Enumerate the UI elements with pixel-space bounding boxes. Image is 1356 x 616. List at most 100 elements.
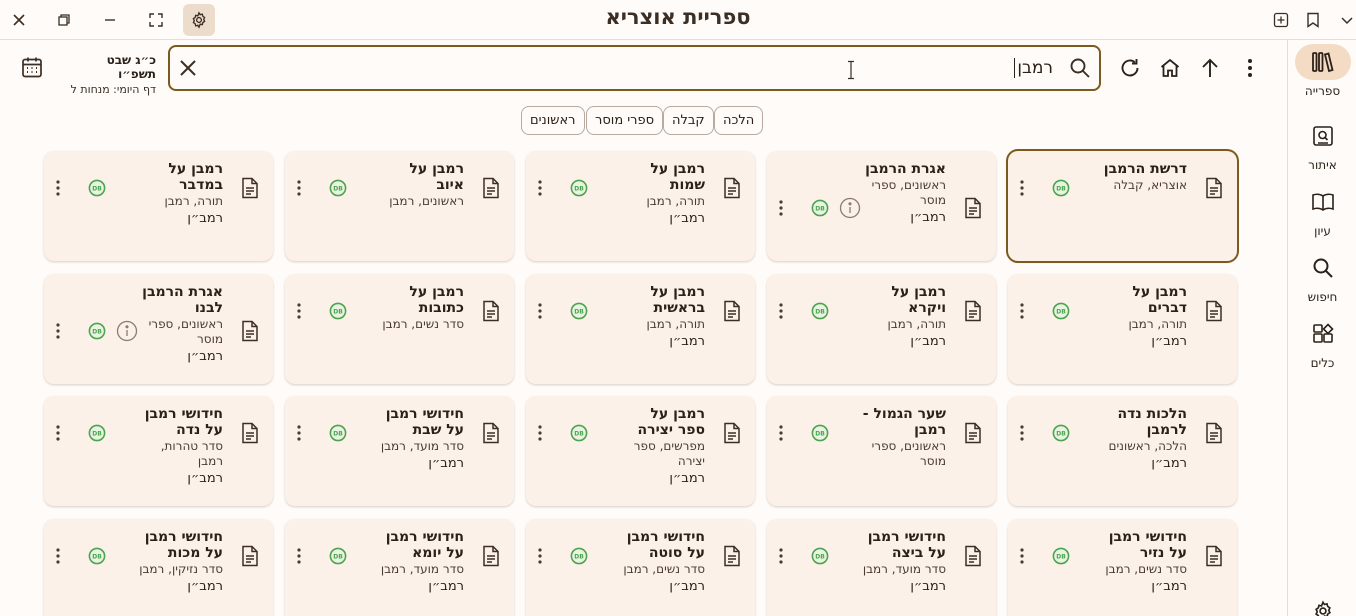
restore-icon <box>58 14 70 26</box>
card-more-button[interactable] <box>56 323 60 339</box>
book-card[interactable]: חידושי רמבן על יומא סדר מועד, רמבן רמב״ן DB <box>285 519 514 616</box>
rail-label: איתור <box>1308 158 1337 172</box>
calendar-button[interactable] <box>20 55 44 79</box>
chip-rishonim[interactable]: ראשונים <box>521 106 585 135</box>
info-icon[interactable] <box>839 197 861 219</box>
card-more-button[interactable] <box>297 548 301 564</box>
book-card[interactable]: רמבן על ספר יצירה מפרשים, ספר יצירה רמב״ן D… <box>526 396 755 506</box>
book-card[interactable]: הלכות נדה לרמבן הלכה, ראשונים רמב״ן DB <box>1008 396 1237 506</box>
chip-halacha[interactable]: הלכה <box>714 106 764 135</box>
database-badge-icon: DB <box>329 424 347 442</box>
book-text: חידושי רמבן על שבת סדר מועד, רמבן רמב״ן <box>380 406 464 472</box>
book-card[interactable]: שער הגמול - רמבן ראשונים, ספרי מוסר DB <box>767 396 996 506</box>
rail-settings-button[interactable] <box>1312 600 1334 616</box>
book-categories: סדר מועד, רמבן <box>380 562 464 576</box>
more-options-button[interactable] <box>1234 52 1266 84</box>
svg-text:DB: DB <box>333 308 343 315</box>
book-card[interactable]: רמבן על במדבר תורה, רמבן רמב״ן DB <box>44 151 273 261</box>
svg-text:DB: DB <box>574 553 584 560</box>
book-card[interactable]: חידושי רמבן על ביצה סדר מועד, רמבן רמב״ן DB <box>767 519 996 616</box>
search-icon <box>1069 57 1091 79</box>
date-block: כ״ג שבט תשפ״ו דף היומי: מנחות ל <box>68 53 156 96</box>
card-more-button[interactable] <box>1020 548 1024 564</box>
book-title: חידושי רמבן על מכות <box>144 529 223 561</box>
refresh-button[interactable] <box>1114 52 1146 84</box>
book-card[interactable]: חידושי רמבן על מכות סדר נזיקין, רמבן רמב״ן… <box>44 519 273 616</box>
book-card[interactable]: רמבן על שמות תורה, רמבן רמב״ן DB <box>526 151 755 261</box>
document-icon <box>723 545 741 567</box>
document-icon <box>964 300 982 322</box>
restore-window-button[interactable] <box>48 4 80 36</box>
card-more-button[interactable] <box>779 200 783 216</box>
chip-kabbalah[interactable]: קבלה <box>663 106 714 135</box>
rail-item-tools[interactable]: כלים <box>1288 316 1356 376</box>
book-text: רמבן על ספר יצירה מפרשים, ספר יצירה רמב״ן <box>621 406 705 487</box>
book-author: רמב״ן <box>669 579 705 594</box>
chip-musar[interactable]: ספרי מוסר <box>586 106 664 135</box>
more-vertical-icon <box>1248 59 1252 77</box>
clear-search-button[interactable] <box>176 56 200 80</box>
book-text: רמבן על במדבר תורה, רמבן רמב״ן <box>139 161 223 227</box>
book-card[interactable]: חידושי רמבן על שבת סדר מועד, רמבן רמב״ן DB <box>285 396 514 506</box>
book-card[interactable]: חידושי רמבן על נדה סדר טהרות, רמבן רמב״ן DB <box>44 396 273 506</box>
gear-icon <box>1315 600 1331 616</box>
card-more-button[interactable] <box>1020 180 1024 196</box>
document-icon <box>964 197 982 219</box>
card-more-button[interactable] <box>538 303 542 319</box>
card-more-button[interactable] <box>538 548 542 564</box>
database-badge-icon: DB <box>811 199 829 217</box>
card-more-button[interactable] <box>297 180 301 196</box>
document-icon <box>482 177 500 199</box>
book-card[interactable]: אגרת הרמבן לבנו ראשונים, ספרי מוסר רמב״ן DB <box>44 274 273 384</box>
rail-item-study[interactable]: עיון <box>1288 184 1356 244</box>
card-more-button[interactable] <box>779 548 783 564</box>
svg-text:DB: DB <box>92 185 102 192</box>
card-more-button[interactable] <box>1020 303 1024 319</box>
card-more-button[interactable] <box>538 425 542 441</box>
home-button[interactable] <box>1154 52 1186 84</box>
minimize-window-button[interactable] <box>94 4 126 36</box>
card-more-button[interactable] <box>538 180 542 196</box>
book-card[interactable]: אגרת הרמבן ראשונים, ספרי מוסר רמב״ן DB <box>767 151 996 261</box>
rail-label: חיפוש <box>1307 290 1338 304</box>
card-more-button[interactable] <box>56 425 60 441</box>
document-icon <box>723 300 741 322</box>
card-more-button[interactable] <box>1020 425 1024 441</box>
book-card[interactable]: רמבן על ויקרא תורה, רמבן רמב״ן DB <box>767 274 996 384</box>
search-value[interactable]: רמבן <box>1014 58 1053 78</box>
more-titlebar-button[interactable] <box>1331 4 1356 36</box>
new-tab-button[interactable] <box>1265 4 1297 36</box>
card-more-button[interactable] <box>56 548 60 564</box>
book-card[interactable]: רמבן על איוב ראשונים, רמבן DB <box>285 151 514 261</box>
card-more-button[interactable] <box>297 425 301 441</box>
book-card[interactable]: רמבן על דברים תורה, רמבן רמב״ן DB <box>1008 274 1237 384</box>
rail-item-find[interactable]: איתור <box>1288 118 1356 178</box>
settings-button[interactable] <box>183 4 215 36</box>
info-icon[interactable] <box>116 320 138 342</box>
book-text: רמבן על שמות תורה, רמבן רמב״ן <box>621 161 705 227</box>
rail-item-search[interactable]: חיפוש <box>1288 250 1356 310</box>
svg-text:DB: DB <box>574 308 584 315</box>
card-more-button[interactable] <box>779 303 783 319</box>
fullscreen-button[interactable] <box>140 4 172 36</box>
book-text: חידושי רמבן על יומא סדר מועד, רמבן רמב״ן <box>380 529 464 595</box>
book-card[interactable]: חידושי רמבן על סוטה סדר נשים, רמבן רמב״ן DB <box>526 519 755 616</box>
search-input[interactable]: רמבן <box>168 45 1101 91</box>
card-more-button[interactable] <box>297 303 301 319</box>
close-window-button[interactable] <box>3 4 35 36</box>
book-card[interactable]: רמבן על בראשית תורה, רמבן רמב״ן DB <box>526 274 755 384</box>
book-categories: תורה, רמבן <box>646 317 705 331</box>
bookmarks-button[interactable] <box>1297 4 1329 36</box>
card-more-button[interactable] <box>56 180 60 196</box>
book-card[interactable]: חידושי רמבן על נזיר סדר נשים, רמבן רמב״ן DB <box>1008 519 1237 616</box>
card-more-button[interactable] <box>779 425 783 441</box>
book-author: רמב״ן <box>669 211 705 226</box>
database-badge-icon: DB <box>1052 547 1070 565</box>
rail-item-library[interactable]: ספרייה <box>1288 44 1356 104</box>
book-card[interactable]: רמבן על כתובות סדר נשים, רמבן DB <box>285 274 514 384</box>
up-button[interactable] <box>1194 52 1226 84</box>
fullscreen-icon <box>149 13 163 27</box>
document-icon <box>241 177 259 199</box>
chevron-down-icon <box>1341 17 1353 25</box>
book-card[interactable]: דרשת הרמבן אוצריא, קבלה DB <box>1008 151 1237 261</box>
